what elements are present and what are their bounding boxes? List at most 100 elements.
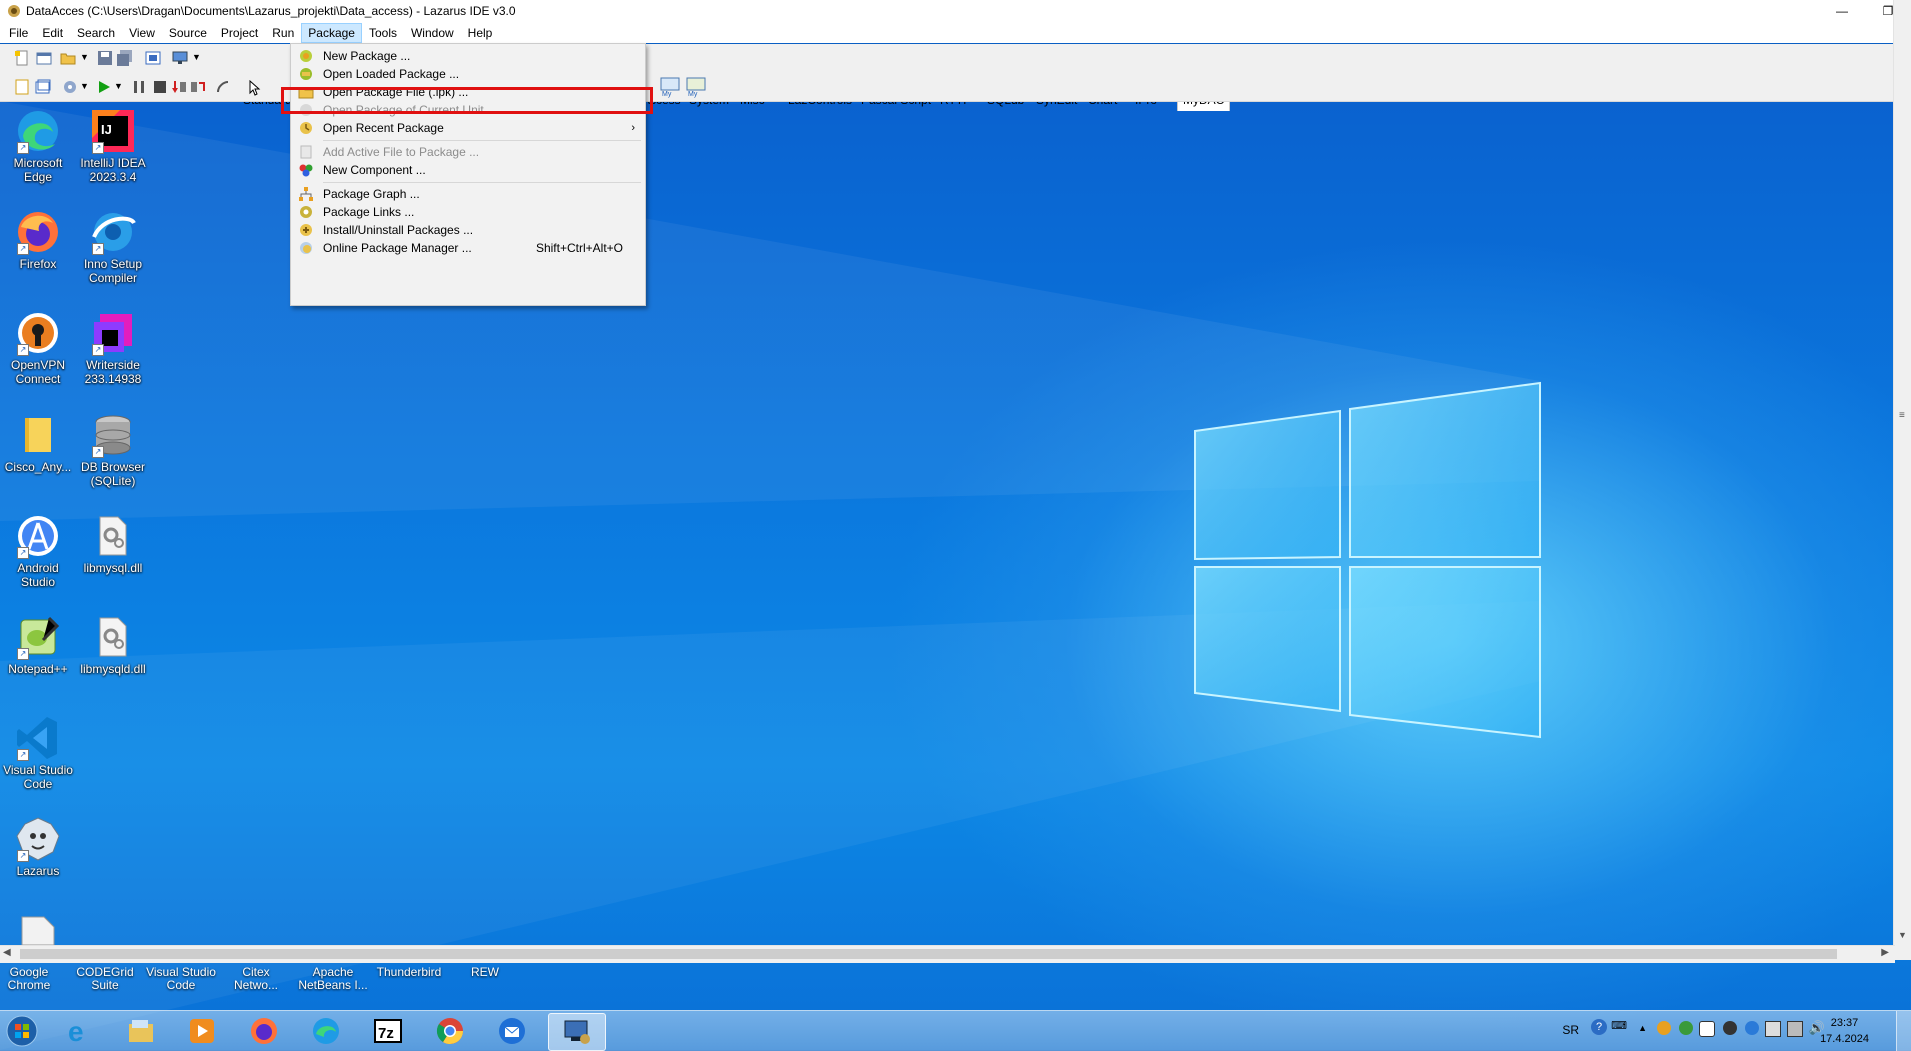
recent-package-icon <box>300 122 312 134</box>
scroll-left-arrow-icon[interactable]: ◀ <box>3 947 11 958</box>
desktop-icon-android-studio[interactable]: ↗ Android Studio <box>1 513 75 589</box>
mydac-query-icon[interactable]: My <box>686 76 706 98</box>
vscroll-grip-icon: ≡ <box>1899 410 1905 421</box>
new-unit-icon[interactable] <box>14 50 30 66</box>
taskbar-thunderbird[interactable] <box>490 1013 534 1049</box>
mydac-connection-icon[interactable]: My <box>660 76 680 98</box>
taskbar-lazarus[interactable] <box>548 1013 606 1051</box>
language-indicator[interactable]: SR <box>1562 1023 1579 1037</box>
step-over-icon[interactable] <box>190 79 206 95</box>
help-icon[interactable]: ? <box>1591 1019 1607 1035</box>
taskbar-media-player[interactable] <box>180 1013 224 1049</box>
view-units-icon[interactable] <box>14 79 30 95</box>
desktop-icon-libmysql[interactable]: libmysql.dll <box>76 513 150 575</box>
desktop-icon-libmysqld[interactable]: libmysqld.dll <box>76 614 150 676</box>
taskbar: e 7z SR ? ⌨ ▲ 🔊 23:37 17.4.2024 <box>0 1010 1911 1051</box>
scroll-down-arrow-icon[interactable]: ▼ <box>1898 930 1907 940</box>
desktop-icon-db-browser[interactable]: ↗ DB Browser (SQLite) <box>76 412 150 488</box>
taskbar-edge[interactable] <box>304 1013 348 1049</box>
show-desktop-button[interactable] <box>1896 1011 1911 1051</box>
horizontal-scrollbar[interactable]: ◀ ▶ <box>0 945 1895 963</box>
run-dropdown-icon[interactable]: ▼ <box>114 81 123 91</box>
menu-bar: File Edit Search View Source Project Run… <box>0 22 1911 43</box>
menu-run[interactable]: Run <box>265 23 301 43</box>
build-mode-icon[interactable] <box>62 79 78 95</box>
taskbar-7zip[interactable]: 7z <box>366 1013 410 1049</box>
run-icon[interactable] <box>96 79 112 95</box>
menu-item-new-component[interactable]: New Component ... <box>293 159 643 181</box>
menu-window[interactable]: Window <box>404 23 461 43</box>
window-title: DataAcces (C:\Users\Dragan\Documents\Laz… <box>26 4 516 18</box>
menu-search[interactable]: Search <box>70 23 122 43</box>
cut-label-codegrid: CODEGrid Suite <box>76 965 134 992</box>
action-center-icon[interactable] <box>1765 1021 1781 1037</box>
tray-app-icon-3[interactable] <box>1699 1021 1715 1037</box>
lazarus-app-icon <box>8 5 20 17</box>
start-button[interactable] <box>0 1013 44 1049</box>
tray-expand-icon[interactable]: ▲ <box>1638 1023 1647 1033</box>
internet-explorer-icon: e <box>68 1016 84 1046</box>
debug-toolbar: ▼ ▼ My My <box>0 74 1911 102</box>
menu-source[interactable]: Source <box>162 23 214 43</box>
tray-app-icon-5[interactable] <box>1745 1021 1759 1035</box>
tray-app-icon-1[interactable] <box>1657 1021 1671 1035</box>
menu-view[interactable]: View <box>122 23 162 43</box>
desktop-icon-cisco-folder[interactable]: Cisco_Any... <box>1 412 75 474</box>
taskbar-firefox[interactable] <box>242 1013 286 1049</box>
taskbar-ie[interactable]: e <box>57 1013 101 1049</box>
menu-project[interactable]: Project <box>214 23 265 43</box>
step-out-icon[interactable] <box>215 79 231 95</box>
open-icon[interactable] <box>60 50 76 66</box>
desktop-icon-openvpn[interactable]: ↗ OpenVPN Connect <box>1 310 75 386</box>
new-package-icon <box>300 50 312 62</box>
selection-tool-icon[interactable] <box>246 80 262 96</box>
taskbar-explorer[interactable] <box>119 1013 163 1049</box>
view-dropdown-icon[interactable]: ▼ <box>192 52 201 62</box>
pause-icon[interactable] <box>131 79 147 95</box>
hscroll-thumb[interactable] <box>20 949 1837 959</box>
menu-item-online-package-manager[interactable]: Online Package Manager ... Shift+Ctrl+Al… <box>293 237 643 259</box>
svg-text:My: My <box>688 91 698 98</box>
save-icon[interactable] <box>97 50 113 66</box>
edge-icon <box>313 1018 339 1044</box>
desktop-icon-intellij[interactable]: IJ ↗ IntelliJ IDEA 2023.3.4 <box>76 108 150 184</box>
package-graph-icon <box>299 187 313 201</box>
menu-file[interactable]: File <box>2 23 35 43</box>
tray-app-icon-4[interactable] <box>1723 1021 1737 1035</box>
start-orb-icon <box>6 1015 38 1047</box>
keyboard-icon[interactable]: ⌨ <box>1611 1019 1627 1032</box>
desktop-icon-inno-setup[interactable]: ↗ Inno Setup Compiler <box>76 209 150 285</box>
build-mode-dropdown-icon[interactable]: ▼ <box>80 81 89 91</box>
toggle-form-unit-icon[interactable] <box>145 50 161 66</box>
desktop-icon-lazarus[interactable]: ↗ Lazarus <box>1 816 75 878</box>
menu-tools[interactable]: Tools <box>362 23 404 43</box>
tray-app-icon-2[interactable] <box>1679 1021 1693 1035</box>
clock[interactable]: 23:37 17.4.2024 <box>1820 1015 1869 1047</box>
view-forms-icon[interactable] <box>172 50 188 66</box>
cut-label-vscode: Visual Studio Code <box>146 965 216 992</box>
menu-edit[interactable]: Edit <box>35 23 70 43</box>
desktop-icon-microsoft-edge[interactable]: ↗ Microsoft Edge <box>1 108 75 184</box>
menu-help[interactable]: Help <box>461 23 500 43</box>
scroll-right-arrow-icon[interactable]: ▶ <box>1881 947 1889 958</box>
desktop-icon-firefox[interactable]: ↗ Firefox <box>1 209 75 271</box>
media-player-icon <box>190 1019 214 1043</box>
menu-item-open-recent-package[interactable]: Open Recent Package › <box>293 117 643 139</box>
desktop-icon-notepadpp[interactable]: ↗ Notepad++ <box>1 614 75 676</box>
dll-file-icon <box>99 617 127 657</box>
file-explorer-icon <box>129 1020 153 1042</box>
view-forms-list-icon[interactable] <box>35 79 51 95</box>
vertical-scrollbar[interactable]: ≡ ▼ <box>1893 0 1911 960</box>
menu-package[interactable]: Package <box>301 22 362 43</box>
add-file-icon <box>300 145 312 159</box>
step-into-icon[interactable] <box>171 79 187 95</box>
desktop-icon-writerside[interactable]: ↗ Writerside 233.14938 <box>76 310 150 386</box>
save-all-icon[interactable] <box>117 50 133 66</box>
new-form-icon[interactable] <box>36 50 52 66</box>
open-dropdown-icon[interactable]: ▼ <box>80 52 89 62</box>
taskbar-chrome[interactable] <box>428 1013 472 1049</box>
stop-icon[interactable] <box>152 79 168 95</box>
desktop-icon-vscode[interactable]: ↗ Visual Studio Code <box>1 715 75 791</box>
network-icon[interactable] <box>1787 1021 1803 1037</box>
minimize-button[interactable]: — <box>1819 0 1865 22</box>
